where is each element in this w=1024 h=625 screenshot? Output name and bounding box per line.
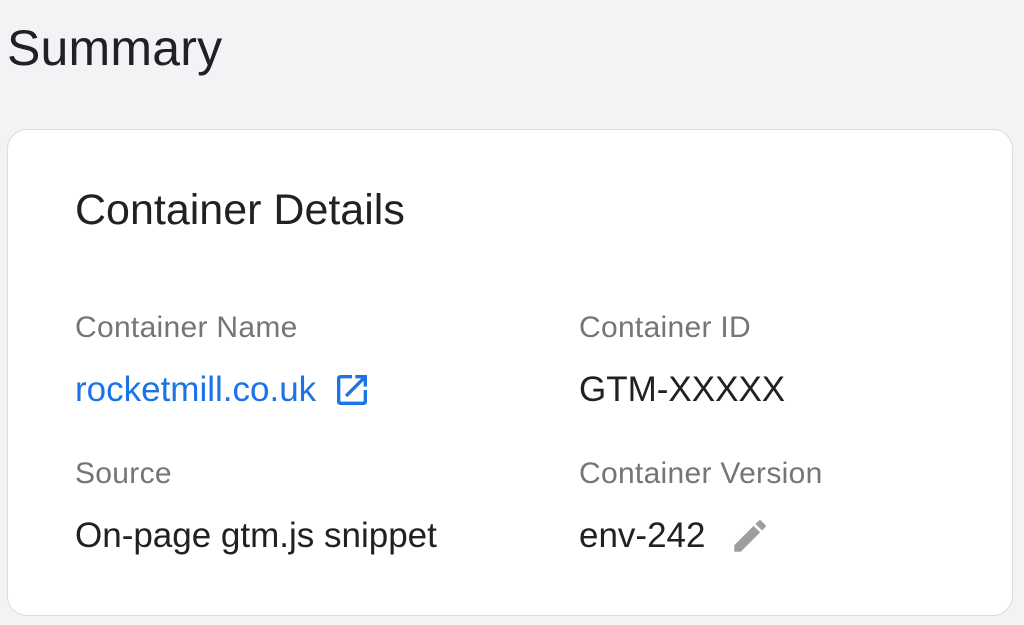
container-name-link[interactable]: rocketmill.co.uk	[75, 368, 316, 412]
summary-page: Summary Container Details Container Name…	[0, 0, 1024, 625]
container-name-label: Container Name	[75, 311, 298, 344]
source-label: Source	[75, 457, 172, 490]
open-in-new-icon[interactable]	[332, 370, 372, 410]
container-id-label: Container ID	[579, 311, 752, 344]
container-name-value-row: rocketmill.co.uk	[75, 368, 372, 412]
edit-pencil-icon[interactable]	[729, 515, 771, 557]
page-title: Summary	[7, 20, 223, 76]
container-version-field: Container Version env-242	[579, 456, 823, 558]
source-field: Source On-page gtm.js snippet	[75, 456, 437, 558]
source-value: On-page gtm.js snippet	[75, 516, 437, 555]
container-name-field: Container Name rocketmill.co.uk	[75, 310, 372, 412]
container-details-card: Container Details Container Name rocketm…	[7, 129, 1013, 616]
container-id-value: GTM-XXXXX	[579, 370, 786, 409]
container-version-value-row: env-242	[579, 514, 823, 558]
card-title: Container Details	[75, 186, 405, 234]
container-version-label: Container Version	[579, 457, 823, 490]
container-id-field: Container ID GTM-XXXXX	[579, 310, 785, 412]
container-version-value: env-242	[579, 516, 706, 555]
